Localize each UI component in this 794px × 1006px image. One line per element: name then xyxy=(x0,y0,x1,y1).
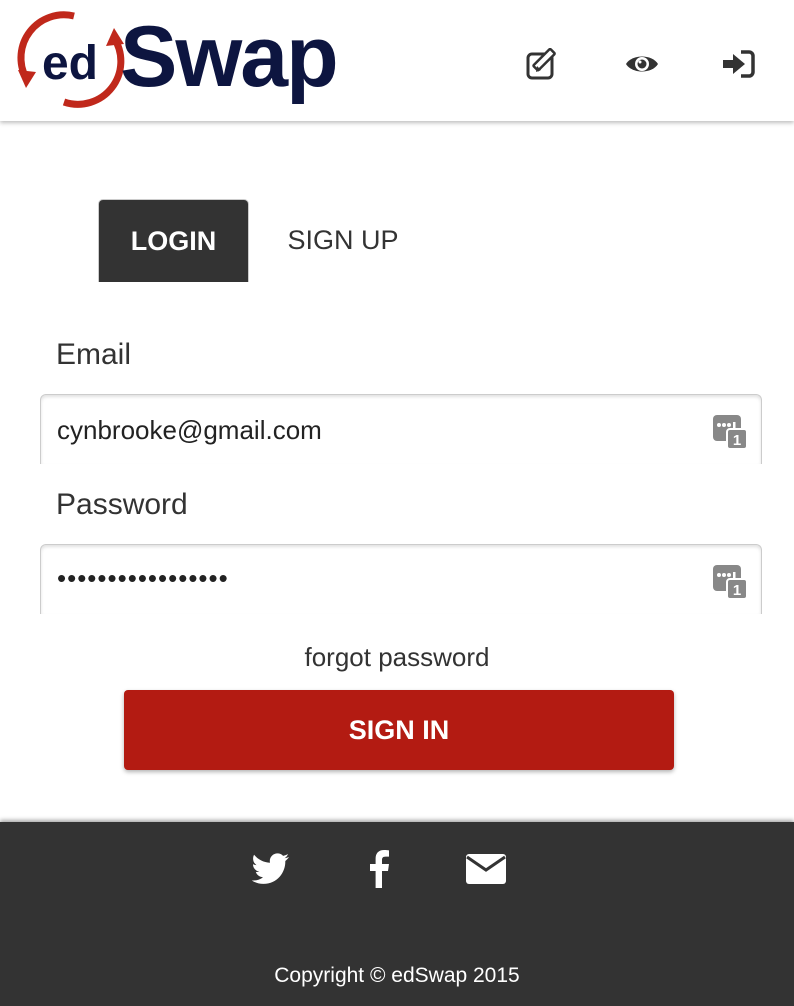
copyright-text: Copyright © edSwap 2015 xyxy=(274,964,520,987)
password-field[interactable]: ••••••••••••••••• 1 xyxy=(40,544,762,614)
password-masked-value: ••••••••••••••••• xyxy=(57,563,229,593)
logo-swap-text: Swap xyxy=(120,9,337,105)
twitter-icon[interactable] xyxy=(248,846,294,892)
password-label: Password xyxy=(56,488,188,521)
email-label: Email xyxy=(56,338,132,371)
tab-sign-up[interactable]: SIGN UP xyxy=(270,199,416,282)
email-field-box: 1 xyxy=(40,394,762,464)
tab-login[interactable]: LOGIN xyxy=(98,199,249,282)
facebook-icon[interactable] xyxy=(356,846,402,892)
edit-icon[interactable] xyxy=(524,44,564,84)
sign-in-icon[interactable] xyxy=(718,44,758,84)
password-manager-icon[interactable]: 1 xyxy=(713,413,747,449)
forgot-password-link[interactable]: forgot password xyxy=(0,642,794,673)
email-field[interactable] xyxy=(57,409,697,451)
password-manager-icon[interactable]: 1 xyxy=(713,563,747,599)
footer: Copyright © edSwap 2015 xyxy=(0,822,794,1006)
eye-icon[interactable] xyxy=(622,44,662,84)
mail-icon[interactable] xyxy=(463,846,509,892)
edswap-logo[interactable]: ed Swap xyxy=(14,8,374,110)
logo-ed-text: ed xyxy=(42,37,98,90)
svg-text:1: 1 xyxy=(733,582,741,599)
svg-text:1: 1 xyxy=(733,432,741,449)
sign-in-button[interactable]: SIGN IN xyxy=(124,690,674,770)
header: ed Swap xyxy=(0,0,794,121)
